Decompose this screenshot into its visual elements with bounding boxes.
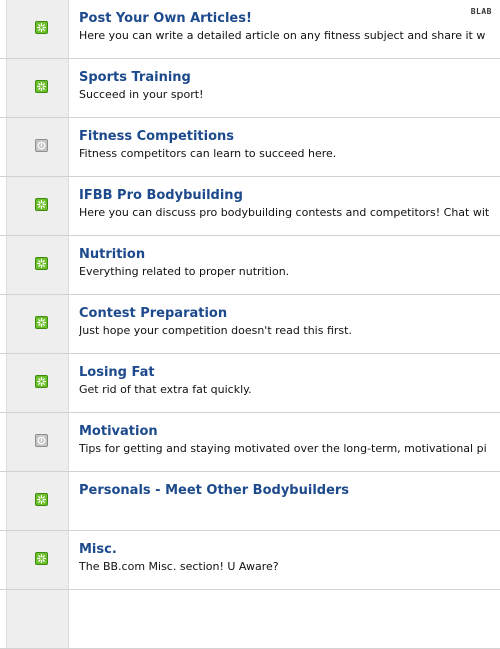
new-posts-icon: [35, 316, 48, 329]
forum-row: IFBB Pro Bodybuilding Here you can discu…: [0, 177, 500, 236]
new-posts-icon: [35, 198, 48, 211]
forum-row-partial: [0, 590, 500, 649]
forum-title-link[interactable]: Fitness Competitions: [79, 128, 500, 145]
forum-title-link[interactable]: Misc.: [79, 541, 500, 558]
forum-description: Here you can write a detailed article on…: [79, 29, 486, 42]
forum-description: Succeed in your sport!: [79, 88, 204, 101]
forum-title-link[interactable]: Personals - Meet Other Bodybuilders: [79, 482, 500, 499]
forum-title-link[interactable]: Sports Training: [79, 69, 500, 86]
new-posts-icon: [35, 257, 48, 270]
no-new-posts-icon: [35, 434, 48, 447]
new-posts-icon: [35, 552, 48, 565]
forum-description: Tips for getting and staying motivated o…: [79, 442, 487, 455]
forum-description: Fitness competitors can learn to succeed…: [79, 147, 337, 160]
forum-icon-column: [6, 590, 69, 648]
forum-row: Motivation Tips for getting and staying …: [0, 413, 500, 472]
new-posts-icon: [35, 493, 48, 506]
forum-title-link[interactable]: Motivation: [79, 423, 500, 440]
forum-description: Get rid of that extra fat quickly.: [79, 383, 252, 396]
forum-list: Post Your Own Articles! Here you can wri…: [0, 0, 500, 649]
forum-title-link[interactable]: Post Your Own Articles!: [79, 10, 500, 27]
forum-row: Misc. The BB.com Misc. section! U Aware?: [0, 531, 500, 590]
watermark-label: BLAB: [470, 7, 492, 16]
forum-title-link[interactable]: IFBB Pro Bodybuilding: [79, 187, 500, 204]
no-new-posts-icon: [35, 139, 48, 152]
forum-row: Nutrition Everything related to proper n…: [0, 236, 500, 295]
forum-icon-column: [6, 0, 69, 58]
forum-row: Personals - Meet Other Bodybuilders: [0, 472, 500, 531]
forum-row: Sports Training Succeed in your sport!: [0, 59, 500, 118]
forum-icon-column: [6, 118, 69, 176]
forum-icon-column: [6, 472, 69, 530]
forum-description: The BB.com Misc. section! U Aware?: [79, 560, 279, 573]
forum-icon-column: [6, 59, 69, 117]
forum-icon-column: [6, 354, 69, 412]
forum-title-link[interactable]: Losing Fat: [79, 364, 500, 381]
new-posts-icon: [35, 21, 48, 34]
forum-row: Fitness Competitions Fitness competitors…: [0, 118, 500, 177]
new-posts-icon: [35, 375, 48, 388]
forum-icon-column: [6, 177, 69, 235]
forum-description: Everything related to proper nutrition.: [79, 265, 290, 278]
forum-row: Contest Preparation Just hope your compe…: [0, 295, 500, 354]
forum-icon-column: [6, 295, 69, 353]
forum-row: Post Your Own Articles! Here you can wri…: [0, 0, 500, 59]
forum-description: Just hope your competition doesn't read …: [79, 324, 352, 337]
forum-title-link[interactable]: Contest Preparation: [79, 305, 500, 322]
new-posts-icon: [35, 80, 48, 93]
forum-row: Losing Fat Get rid of that extra fat qui…: [0, 354, 500, 413]
forum-icon-column: [6, 236, 69, 294]
forum-description: Here you can discuss pro bodybuilding co…: [79, 206, 490, 219]
forum-title-link[interactable]: Nutrition: [79, 246, 500, 263]
forum-icon-column: [6, 531, 69, 589]
forum-icon-column: [6, 413, 69, 471]
